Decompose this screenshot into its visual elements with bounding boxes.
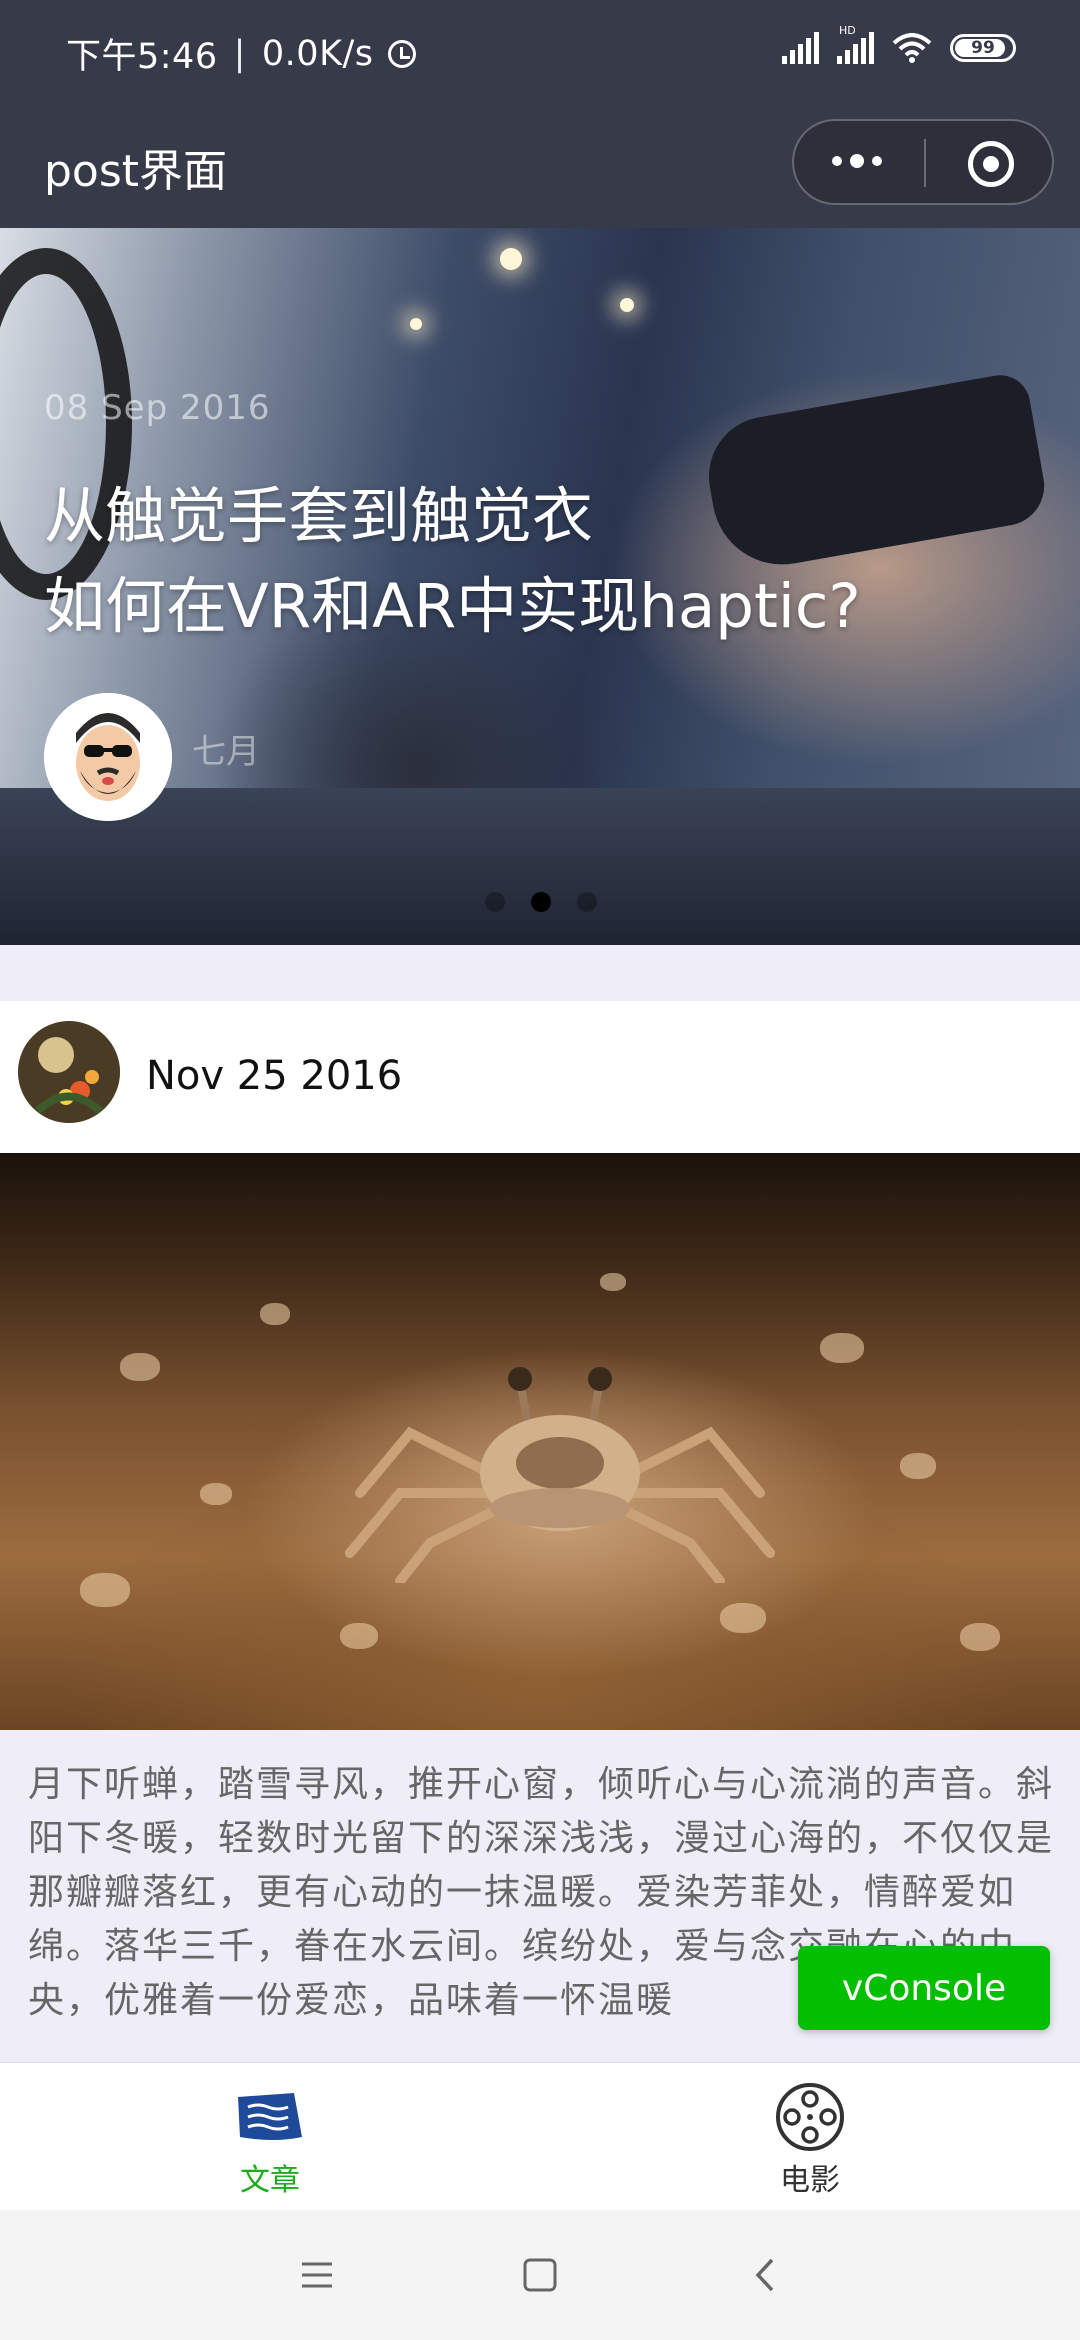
banner-light <box>500 248 522 270</box>
menu-icon[interactable] <box>294 2252 340 2298</box>
swiper-dot-active[interactable] <box>531 892 551 912</box>
tab-bar: 文章 电影 <box>0 2062 1080 2211</box>
signal-icon <box>782 32 819 64</box>
post-author-avatar <box>18 1021 120 1123</box>
battery-level: 99 <box>971 38 995 58</box>
status-right: HD 99 <box>782 24 1016 64</box>
battery-icon: 99 <box>950 34 1016 62</box>
status-left: 下午5:46 | 0.0K/s <box>66 28 416 79</box>
status-time: 下午5:46 <box>66 37 218 77</box>
tab-movies[interactable]: 电影 <box>540 2063 1080 2211</box>
banner-author: 七月 <box>192 732 260 772</box>
post-date: Nov 25 2016 <box>146 1053 403 1099</box>
capsule-divider <box>924 139 926 187</box>
signal-hd-icon: HD <box>837 24 874 64</box>
more-icon[interactable] <box>832 154 882 168</box>
page-title: post界面 <box>44 146 228 197</box>
film-reel-icon <box>776 2083 844 2151</box>
post-header: Nov 25 2016 <box>0 1001 1080 1153</box>
tab-movies-label: 电影 <box>780 2163 840 2198</box>
nav-bar: post界面 <box>0 105 1080 228</box>
tab-articles-label: 文章 <box>240 2163 300 2198</box>
system-nav-bar <box>0 2210 1080 2340</box>
wifi-icon <box>892 33 932 63</box>
back-icon[interactable] <box>744 2252 790 2298</box>
banner-title-line1: 从触觉手套到触觉衣 <box>44 481 594 552</box>
miniprogram-capsule <box>792 119 1054 205</box>
banner-date: 08 Sep 2016 <box>44 388 271 428</box>
swiper-dot[interactable] <box>577 892 597 912</box>
banner-swiper[interactable]: 08 Sep 2016 从触觉手套到触觉衣 如何在VR和AR中实现haptic?… <box>0 228 1080 945</box>
post-image[interactable] <box>0 1153 1080 1730</box>
tab-articles[interactable]: 文章 <box>0 2063 540 2211</box>
close-miniprogram-icon[interactable] <box>968 141 1014 187</box>
banner-desk-shape <box>0 788 1080 945</box>
banner-light <box>410 318 422 330</box>
network-speed: 0.0K/s <box>261 33 374 74</box>
status-separator: | <box>233 33 246 74</box>
bearded-man-avatar-icon <box>44 693 172 821</box>
swiper-dot[interactable] <box>485 892 505 912</box>
home-icon[interactable] <box>517 2252 563 2298</box>
banner-title[interactable]: 从触觉手套到触觉衣 如何在VR和AR中实现haptic? <box>44 472 861 652</box>
banner-light <box>620 298 634 312</box>
article-icon <box>238 2093 302 2140</box>
crab-illustration <box>345 1367 775 1583</box>
alarm-icon <box>387 39 416 68</box>
swiper-indicators <box>485 892 597 912</box>
flower-avatar-icon <box>18 1021 120 1123</box>
author-avatar <box>44 693 172 821</box>
status-bar: 下午5:46 | 0.0K/s HD 99 <box>0 0 1080 105</box>
banner-title-line2: 如何在VR和AR中实现haptic? <box>44 571 861 642</box>
vconsole-button[interactable]: vConsole <box>798 1946 1050 2030</box>
